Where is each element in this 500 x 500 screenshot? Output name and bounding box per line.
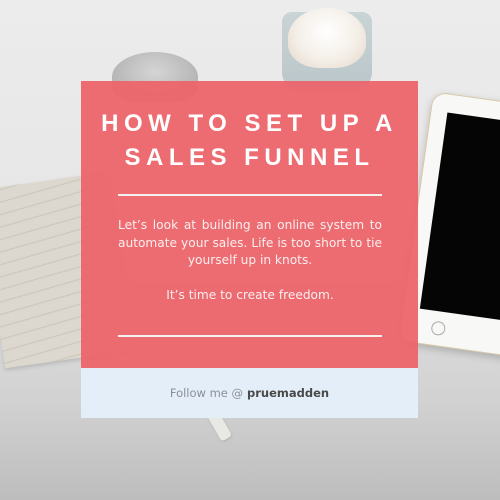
promo-card-footer: Follow me @ pruemadden — [81, 368, 418, 418]
promo-card: HOW TO SET UP A SALES FUNNEL Let’s look … — [81, 81, 418, 418]
divider-bottom — [118, 335, 382, 337]
follow-text: Follow me @ — [169, 386, 244, 400]
title-line-1: HOW TO SET UP A — [101, 110, 398, 137]
title-line-2: SALES FUNNEL — [124, 144, 375, 171]
body-paragraph-2: It’s time to create freedom. — [166, 287, 334, 302]
divider-top — [118, 194, 382, 196]
body-text: Let’s look at building an online system … — [118, 217, 382, 304]
social-handle: pruemadden — [247, 386, 330, 400]
tablet-home-button-icon — [430, 320, 447, 337]
promo-card-header: HOW TO SET UP A SALES FUNNEL Let’s look … — [81, 81, 418, 368]
tablet-screen — [419, 112, 500, 325]
latte-foam-photo-element — [288, 8, 366, 68]
body-paragraph-1: Let’s look at building an online system … — [118, 218, 382, 267]
